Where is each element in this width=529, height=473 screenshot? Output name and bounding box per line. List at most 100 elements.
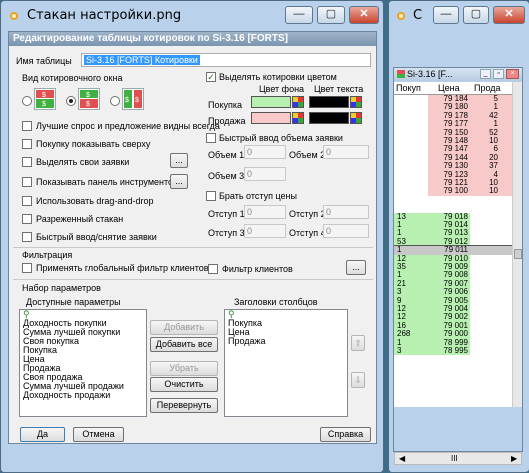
ask-volume-cell[interactable] <box>470 263 512 272</box>
ok-button[interactable]: Да <box>20 427 65 442</box>
ask-volume-cell[interactable]: 10 <box>470 136 512 146</box>
bid-volume-cell[interactable] <box>394 170 428 179</box>
volume1-input[interactable]: 0 <box>244 145 286 159</box>
highlight-own-settings-button[interactable]: ... <box>170 153 188 168</box>
price-cell[interactable]: 78 995 <box>428 346 470 356</box>
bid-volume-cell[interactable] <box>394 128 428 137</box>
buy-text-color-swatch[interactable] <box>309 96 349 108</box>
available-params-list[interactable]: ⚲ Доходность покупки Сумма лучшей покупк… <box>19 309 147 417</box>
dom-maximize-button[interactable]: ▢ <box>463 6 489 24</box>
ask-volume-cell[interactable] <box>470 321 512 331</box>
ask-volume-cell[interactable] <box>470 271 512 280</box>
dom-minimize-button[interactable]: — <box>433 6 459 24</box>
view-radio-2[interactable] <box>66 96 76 106</box>
ask-volume-cell[interactable]: 10 <box>470 186 512 196</box>
ask-volume-cell[interactable]: 5 <box>470 95 512 104</box>
bid-volume-cell[interactable] <box>394 162 428 171</box>
quick-entry-checkbox[interactable] <box>22 232 32 242</box>
drag-drop-checkbox[interactable] <box>22 196 32 206</box>
offset1-input[interactable]: 0 <box>244 205 286 219</box>
bid-volume-cell[interactable] <box>394 179 428 188</box>
table-name-input[interactable]: Si-3.16 [FORTS] Котировки <box>81 53 371 67</box>
view-radio-1[interactable] <box>22 96 32 106</box>
inner-minimize-button[interactable]: _ <box>480 69 491 79</box>
add-button[interactable]: Добавить <box>150 320 218 335</box>
scroll-thumb[interactable] <box>514 249 522 259</box>
ask-volume-cell[interactable] <box>470 296 512 305</box>
sell-text-palette-icon[interactable] <box>350 112 362 124</box>
minimize-button[interactable]: — <box>285 6 313 24</box>
offset2-input[interactable]: 0 <box>323 205 369 219</box>
offset4-input[interactable]: 0 <box>323 224 369 238</box>
bid-volume-cell[interactable]: 3 <box>394 346 428 356</box>
inner-maximize-button[interactable]: ▫ <box>493 69 504 79</box>
bid-volume-cell[interactable] <box>394 111 428 121</box>
remove-button[interactable]: Убрать <box>150 361 218 376</box>
quick-volume-checkbox[interactable] <box>206 133 216 143</box>
maximize-button[interactable]: ▢ <box>317 6 345 24</box>
move-down-button[interactable]: ⇩ <box>351 372 365 388</box>
cancel-button[interactable]: Отмена <box>73 427 124 442</box>
bid-volume-cell[interactable] <box>394 187 428 196</box>
offset3-input[interactable]: 0 <box>244 224 286 238</box>
ask-volume-cell[interactable] <box>470 212 512 221</box>
ask-volume-cell[interactable] <box>470 221 512 230</box>
ask-volume-cell[interactable] <box>470 246 512 255</box>
bid-volume-cell[interactable] <box>394 95 428 104</box>
move-up-button[interactable]: ⇧ <box>351 335 365 351</box>
ask-volume-cell[interactable] <box>470 229 512 238</box>
scroll-grip[interactable]: III <box>451 453 458 464</box>
sell-text-color-swatch[interactable] <box>309 112 349 124</box>
list-item[interactable]: Продажа <box>225 337 347 346</box>
ask-volume-cell[interactable]: 42 <box>470 111 512 121</box>
dom-close-button[interactable]: ✕ <box>493 6 525 24</box>
highlight-own-checkbox[interactable] <box>22 157 32 167</box>
bid-volume-cell[interactable] <box>394 103 428 112</box>
ask-volume-cell[interactable] <box>470 313 512 322</box>
quotes-table[interactable]: 79 184 5 79 180 1 79 178 42 79 177 1 79 150 52 79 … <box>394 95 512 407</box>
help-button[interactable]: Справка <box>320 427 371 442</box>
scroll-left-icon[interactable]: ◀ <box>399 453 405 464</box>
volume3-input[interactable]: 0 <box>244 167 286 181</box>
ask-volume-cell[interactable] <box>470 330 512 339</box>
ask-volume-cell[interactable] <box>470 288 512 297</box>
ask-volume-cell[interactable] <box>470 254 512 263</box>
bid-volume-cell[interactable] <box>394 145 428 154</box>
price-offset-checkbox[interactable] <box>206 191 216 201</box>
reverse-button[interactable]: Перевернуть <box>150 398 218 413</box>
client-filter-checkbox[interactable] <box>208 264 218 274</box>
buy-bg-color-swatch[interactable] <box>251 96 291 108</box>
ask-volume-cell[interactable]: 37 <box>470 161 512 171</box>
ask-volume-cell[interactable] <box>470 338 512 347</box>
bid-row[interactable]: 3 78 995 <box>394 346 512 356</box>
horizontal-scrollbar[interactable]: ◀ III ▶ <box>394 452 522 465</box>
ask-volume-cell[interactable] <box>470 347 512 356</box>
best-bid-ask-checkbox[interactable] <box>22 121 32 131</box>
bid-volume-cell[interactable] <box>394 137 428 146</box>
show-toolbar-checkbox[interactable] <box>22 177 32 187</box>
ask-volume-cell[interactable] <box>470 305 512 314</box>
volume2-input[interactable]: 0 <box>323 145 369 159</box>
scroll-right-icon[interactable]: ▶ <box>511 453 517 464</box>
list-item[interactable]: Доходность продажи <box>20 391 146 400</box>
global-filter-checkbox[interactable] <box>22 263 32 273</box>
columns-list[interactable]: ⚲ Покупка Цена Продажа <box>224 309 348 417</box>
vertical-scrollbar[interactable] <box>512 82 522 407</box>
add-all-button[interactable]: Добавить все <box>150 337 218 352</box>
view-radio-3[interactable] <box>110 96 120 106</box>
bid-volume-cell[interactable] <box>394 120 428 129</box>
buy-text-palette-icon[interactable] <box>350 96 362 108</box>
ask-volume-cell[interactable] <box>470 237 512 247</box>
ask-volume-cell[interactable] <box>470 279 512 289</box>
clear-button[interactable]: Очистить <box>150 377 218 392</box>
buy-on-top-checkbox[interactable] <box>22 139 32 149</box>
sell-bg-palette-icon[interactable] <box>292 112 304 124</box>
highlight-color-checkbox[interactable]: ✓ <box>206 72 216 82</box>
bid-volume-cell[interactable] <box>394 153 428 163</box>
toolbar-settings-button[interactable]: ... <box>170 174 188 189</box>
sparse-checkbox[interactable] <box>22 214 32 224</box>
sell-bg-color-swatch[interactable] <box>251 112 291 124</box>
client-filter-settings-button[interactable]: ... <box>346 260 366 275</box>
inner-close-button[interactable]: × <box>506 69 519 79</box>
close-button[interactable]: ✕ <box>349 6 379 24</box>
